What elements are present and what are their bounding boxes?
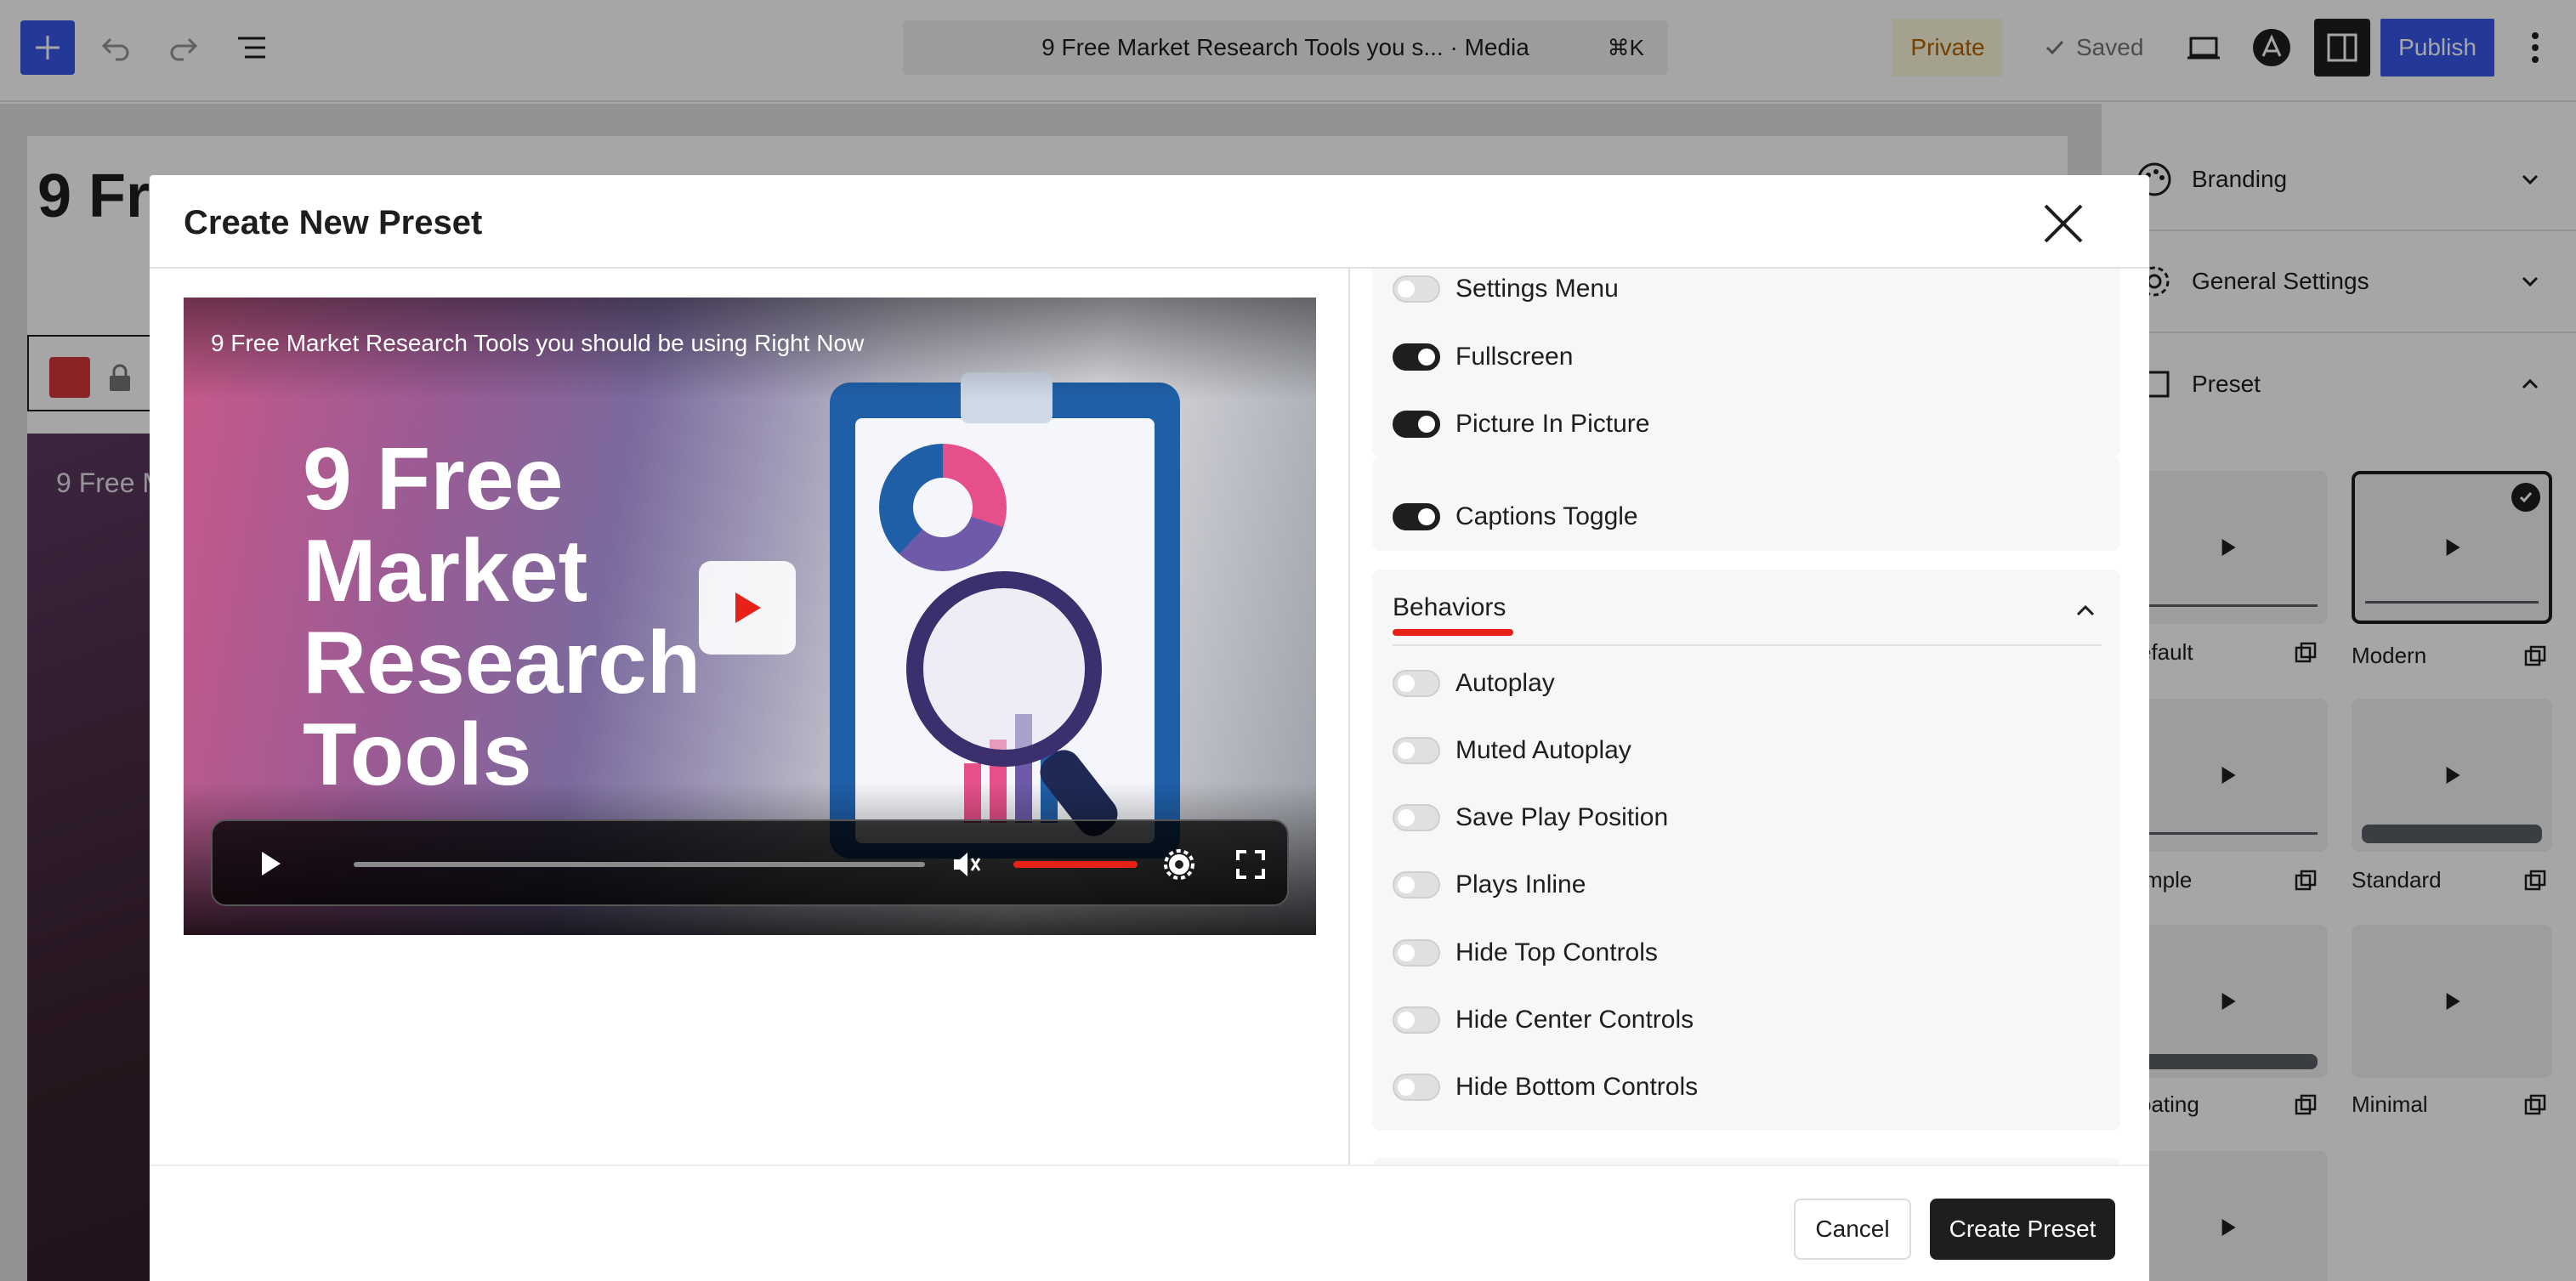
center-play-button[interactable] — [699, 561, 796, 655]
toggle-label: Hide Center Controls — [1455, 1006, 1694, 1034]
play-icon[interactable] — [262, 852, 281, 876]
magnifier-illustration — [906, 571, 1102, 767]
headline-line: 9 Free — [303, 430, 564, 529]
behaviors-heading[interactable]: Behaviors — [1393, 593, 1506, 622]
hide-top-controls-toggle[interactable] — [1393, 939, 1440, 966]
cancel-button[interactable]: Cancel — [1794, 1199, 1911, 1260]
muted-autoplay-toggle[interactable] — [1393, 737, 1440, 764]
toggle-label: Muted Autoplay — [1455, 736, 1631, 764]
headline-line: Tools — [303, 706, 532, 804]
donut-chart-illustration — [879, 444, 1007, 571]
hide-bottom-controls-toggle[interactable] — [1393, 1074, 1440, 1101]
modal-header: Create New Preset — [150, 175, 2149, 269]
progress-bar[interactable] — [354, 862, 925, 867]
player-control-bar — [211, 819, 1289, 906]
controls-section: Settings Menu Fullscreen Picture In Pict… — [1372, 269, 2120, 457]
toggle-label: Save Play Position — [1455, 803, 1669, 831]
toggle-label: Hide Top Controls — [1455, 938, 1658, 966]
picture-in-picture-toggle[interactable] — [1393, 411, 1440, 438]
toggle-label: Plays Inline — [1455, 870, 1586, 898]
create-preset-button[interactable]: Create Preset — [1930, 1199, 2115, 1260]
fullscreen-icon[interactable] — [1234, 848, 1267, 881]
toggle-label: Settings Menu — [1455, 275, 1619, 303]
volume-icon[interactable] — [950, 848, 983, 881]
modal-title: Create New Preset — [184, 204, 483, 241]
video-preview[interactable]: 9 Free Market Research Tools you should … — [184, 298, 1316, 935]
fullscreen-toggle[interactable] — [1393, 343, 1440, 371]
settings-menu-toggle[interactable] — [1393, 275, 1440, 303]
modal-column-divider — [1348, 269, 1350, 1204]
autoplay-toggle[interactable] — [1393, 670, 1440, 697]
toggle-label: Fullscreen — [1455, 343, 1574, 371]
save-play-position-toggle[interactable] — [1393, 804, 1440, 831]
hide-center-controls-toggle[interactable] — [1393, 1006, 1440, 1034]
captions-toggle[interactable] — [1393, 503, 1440, 530]
play-icon — [735, 592, 761, 623]
toggle-label: Hide Bottom Controls — [1455, 1073, 1699, 1101]
modal-footer: Cancel Create Preset — [150, 1165, 2149, 1281]
plays-inline-toggle[interactable] — [1393, 871, 1440, 898]
toggle-label: Captions Toggle — [1455, 502, 1638, 530]
close-icon[interactable] — [2040, 201, 2086, 247]
behaviors-section: Behaviors Autoplay Muted Autoplay Save P… — [1372, 570, 2120, 1131]
create-preset-modal: Create New Preset 9 Free Market Research… — [150, 175, 2149, 1281]
section-divider — [1393, 644, 2102, 646]
toggle-label: Picture In Picture — [1455, 410, 1650, 438]
volume-slider[interactable] — [1013, 861, 1138, 868]
chevron-up-icon[interactable] — [2073, 598, 2098, 624]
toggle-label: Autoplay — [1455, 669, 1555, 697]
annotation-underline — [1393, 629, 1513, 636]
gear-icon[interactable] — [1163, 848, 1195, 881]
preset-settings-column[interactable]: Settings Menu Fullscreen Picture In Pict… — [1372, 269, 2120, 1204]
preview-video-title: 9 Free Market Research Tools you should … — [211, 330, 865, 356]
